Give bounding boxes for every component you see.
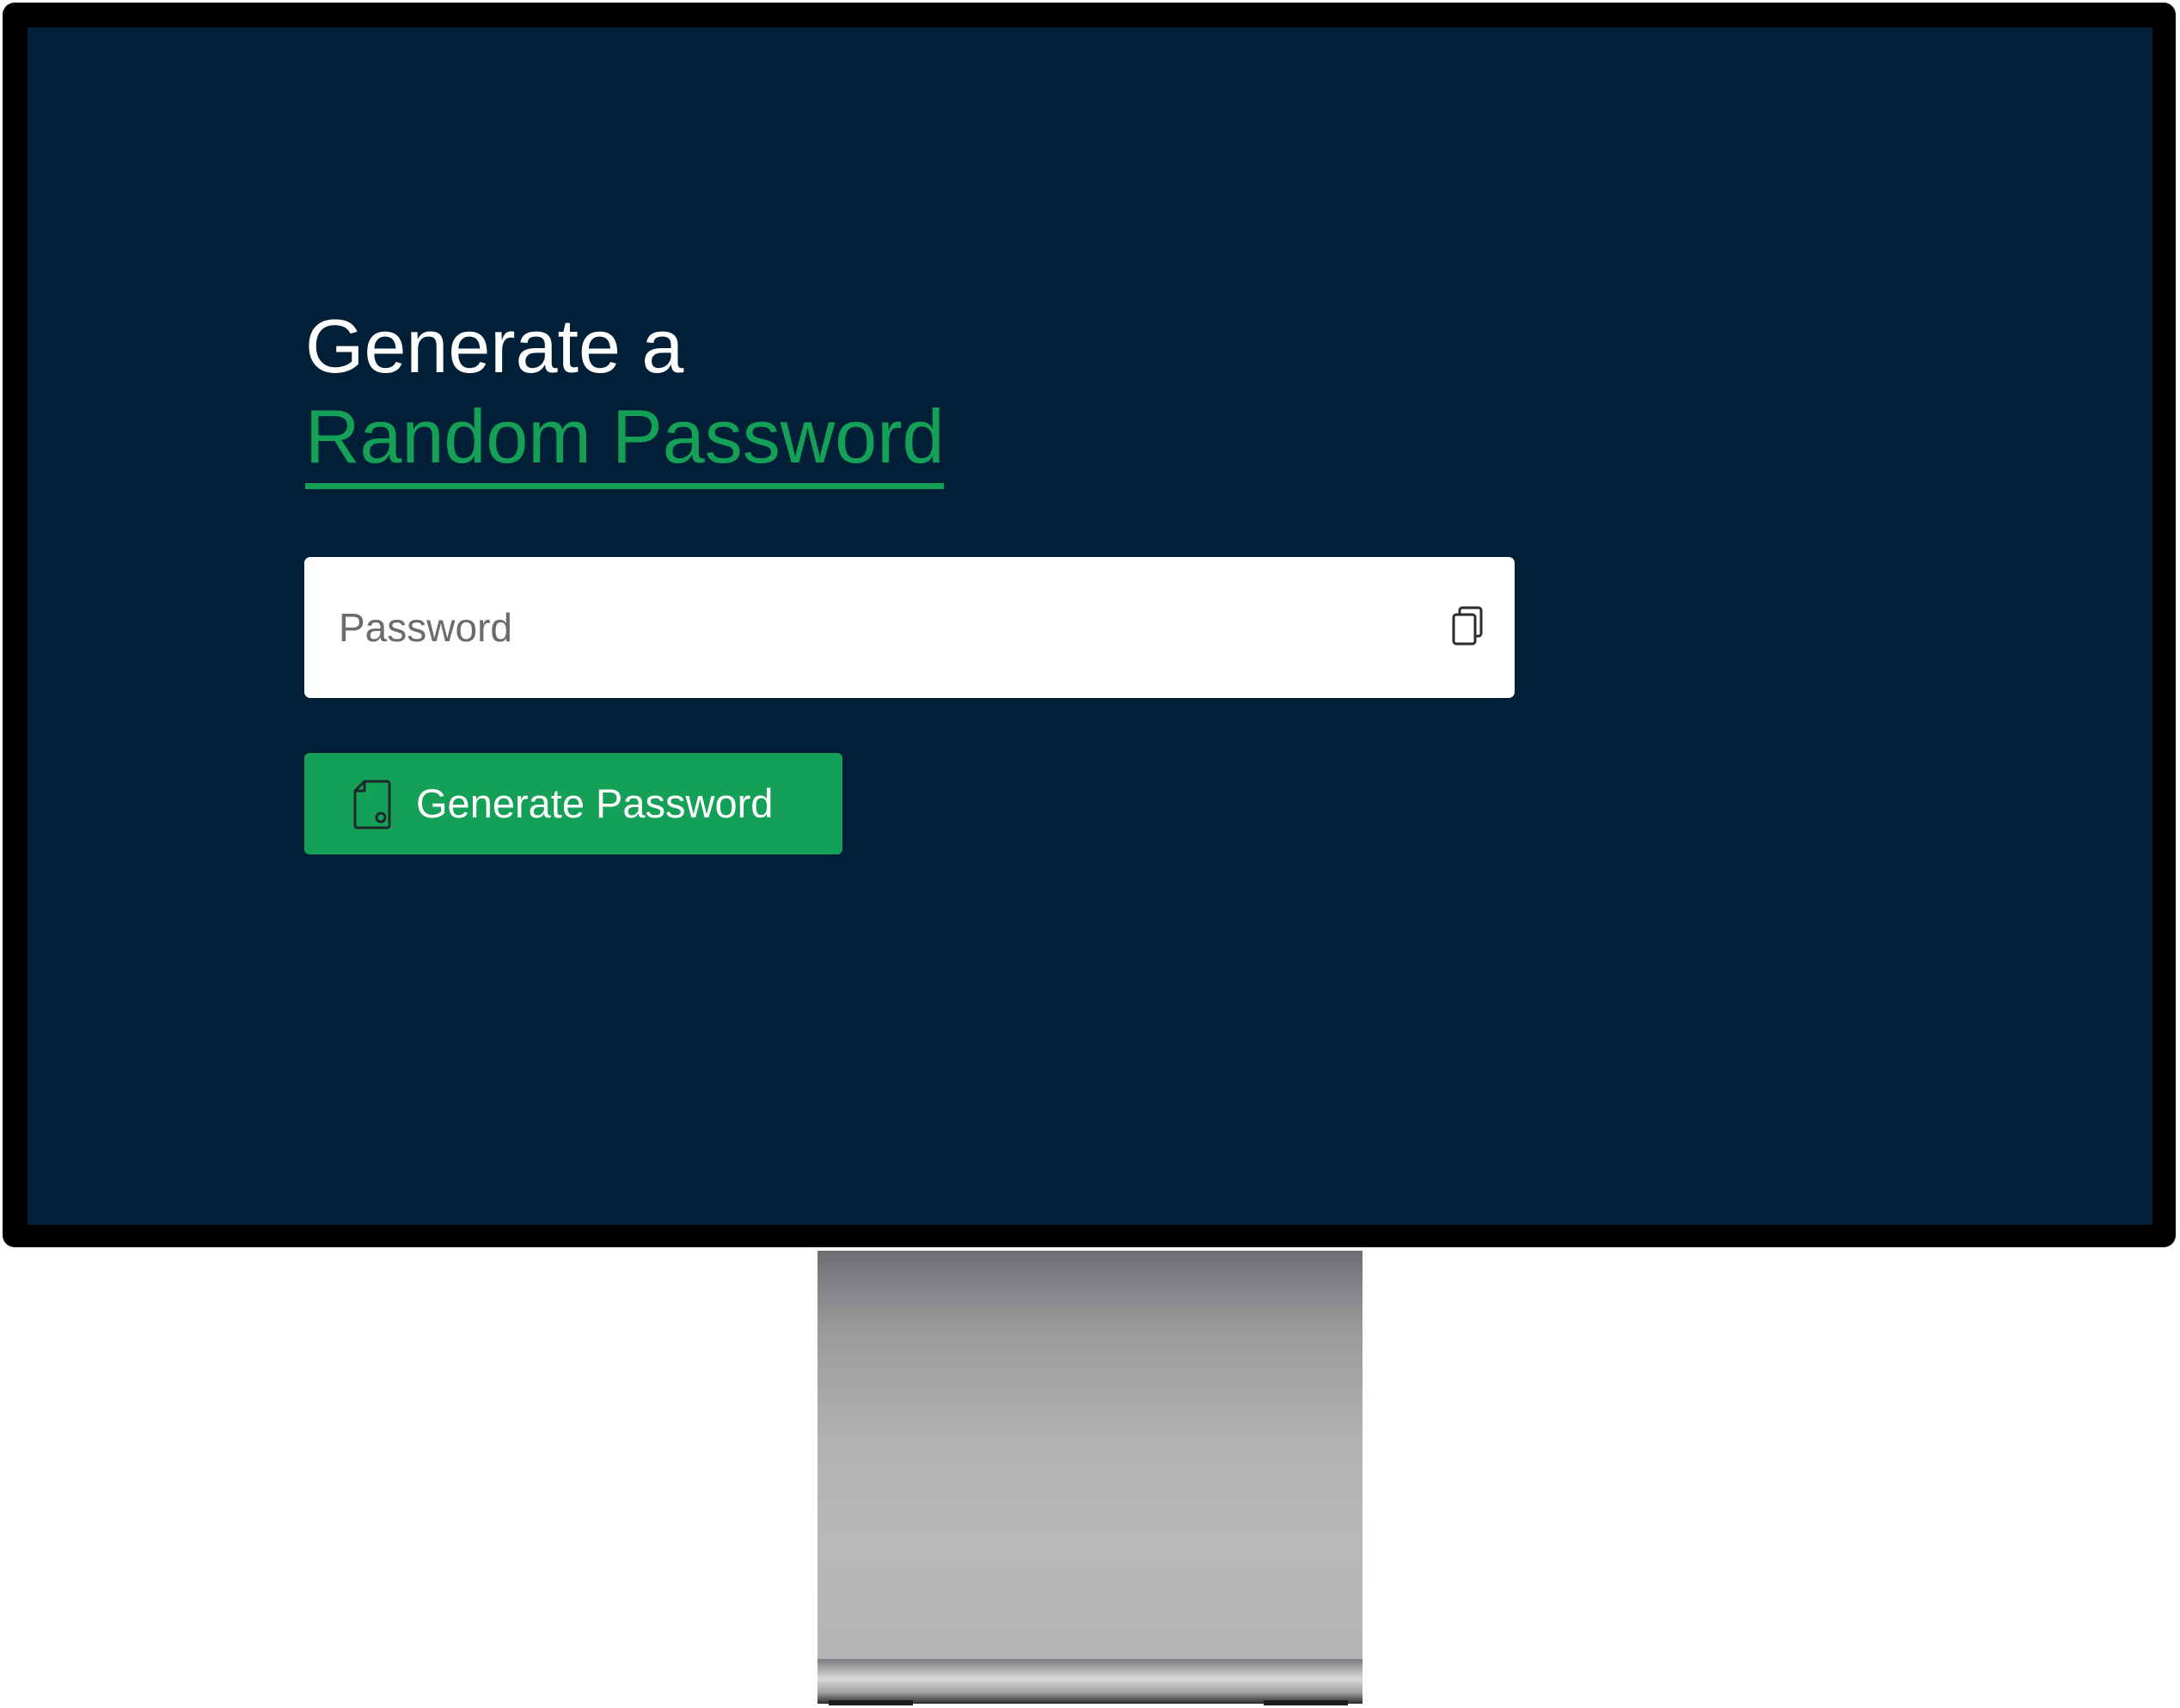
monitor-bezel: Generate a Random Password Generate Pass… xyxy=(3,3,2176,1247)
monitor-stand xyxy=(818,1251,1362,1672)
monitor-stand-base xyxy=(818,1659,1362,1704)
copy-icon[interactable] xyxy=(1451,605,1485,646)
page-title: Generate a Random Password xyxy=(305,301,945,489)
password-field-container xyxy=(304,557,1515,698)
stand-foot-left xyxy=(829,1700,913,1705)
generate-button-label: Generate Password xyxy=(416,781,774,826)
device-mockup: Generate a Random Password Generate Pass… xyxy=(0,0,2180,1708)
generate-password-button[interactable]: Generate Password xyxy=(304,753,842,854)
document-key-icon xyxy=(353,780,391,830)
title-line-primary: Generate a xyxy=(305,303,684,389)
stand-foot-right xyxy=(1264,1700,1348,1705)
password-input[interactable] xyxy=(339,557,1396,698)
title-line-accent: Random Password xyxy=(305,392,945,489)
app-screen: Generate a Random Password Generate Pass… xyxy=(28,28,2152,1225)
